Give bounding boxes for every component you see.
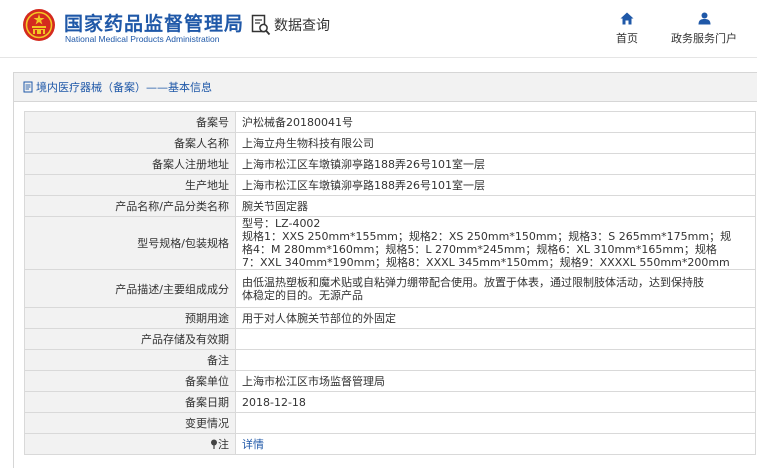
national-emblem-icon <box>23 9 55 41</box>
row-label: 型号规格/包装规格 <box>24 216 236 270</box>
row-value: 用于对人体腕关节部位的外固定 <box>235 307 756 329</box>
home-icon <box>620 12 634 25</box>
description-line: 体稳定的目的。无源产品 <box>242 288 363 302</box>
description-line: 由低温热塑板和魔术贴或自粘弹力绷带配合使用。放置于体表，通过限制肢体活动，达到保… <box>242 275 704 289</box>
table-row: 产品存储及有效期 <box>24 328 756 350</box>
site-header: 国家药品监督管理局 National Medical Products Admi… <box>0 0 757 58</box>
row-label: 产品名称/产品分类名称 <box>24 195 236 217</box>
org-name-cn: 国家药品监督管理局 <box>64 13 245 35</box>
row-label: 备案人名称 <box>24 132 236 154</box>
table-row: 备注 <box>24 349 756 371</box>
nav-service-portal[interactable]: 政务服务门户 <box>662 12 746 46</box>
table-row: 变更情况 <box>24 412 756 434</box>
row-label: 备案单位 <box>24 370 236 392</box>
row-label-note: 注 <box>24 433 236 455</box>
breadcrumb-text: 境内医疗器械（备案）——基本信息 <box>36 81 212 94</box>
table-row: 备案单位 上海市松江区市场监督管理局 <box>24 370 756 392</box>
row-value: 沪松械备20180041号 <box>235 111 756 133</box>
data-query-label: 数据查询 <box>274 18 330 34</box>
breadcrumb: 境内医疗器械（备案）——基本信息 <box>14 73 757 102</box>
row-value <box>235 349 756 371</box>
table-row: 注 详情 <box>24 433 756 455</box>
table-row: 产品描述/主要组成成分 由低温热塑板和魔术贴或自粘弹力绷带配合使用。放置于体表，… <box>24 269 756 308</box>
row-value: 上海立舟生物科技有限公司 <box>235 132 756 154</box>
record-table: 备案号 沪松械备20180041号 备案人名称 上海立舟生物科技有限公司 备案人… <box>24 111 756 455</box>
row-value <box>235 328 756 350</box>
document-icon <box>23 81 33 93</box>
row-value: 详情 <box>235 433 756 455</box>
row-label: 预期用途 <box>24 307 236 329</box>
row-label: 产品描述/主要组成成分 <box>24 269 236 308</box>
row-value <box>235 412 756 434</box>
table-row: 生产地址 上海市松江区车墩镇泖亭路188弄26号101室一层 <box>24 174 756 196</box>
table-row: 备案日期 2018-12-18 <box>24 391 756 413</box>
row-label: 生产地址 <box>24 174 236 196</box>
row-value: 由低温热塑板和魔术贴或自粘弹力绷带配合使用。放置于体表，通过限制肢体活动，达到保… <box>235 269 756 308</box>
row-label: 产品存储及有效期 <box>24 328 236 350</box>
spec-line: 格4：M 280mm*160mm；规格5：L 270mm*245mm；规格6：X… <box>242 243 717 256</box>
row-value: 上海市松江区车墩镇泖亭路188弄26号101室一层 <box>235 153 756 175</box>
row-label: 变更情况 <box>24 412 236 434</box>
row-value: 上海市松江区市场监督管理局 <box>235 370 756 392</box>
table-row: 预期用途 用于对人体腕关节部位的外固定 <box>24 307 756 329</box>
document-search-icon <box>251 14 271 36</box>
user-icon <box>698 12 710 25</box>
row-label: 备案号 <box>24 111 236 133</box>
row-label: 备案人注册地址 <box>24 153 236 175</box>
table-row: 备案号 沪松械备20180041号 <box>24 111 756 133</box>
note-label: 注 <box>218 438 229 451</box>
row-label: 备注 <box>24 349 236 371</box>
row-value: 上海市松江区车墩镇泖亭路188弄26号101室一层 <box>235 174 756 196</box>
model-line: 型号：LZ-4002 <box>242 217 321 230</box>
org-name-en: National Medical Products Administration <box>65 34 220 44</box>
table-row: 备案人注册地址 上海市松江区车墩镇泖亭路188弄26号101室一层 <box>24 153 756 175</box>
detail-panel: 境内医疗器械（备案）——基本信息 备案号 沪松械备20180041号 备案人名称… <box>13 72 757 468</box>
nav-home-label: 首页 <box>616 32 638 45</box>
table-row: 型号规格/包装规格 型号：LZ-4002 规格1：XXS 250mm*155mm… <box>24 216 756 270</box>
row-value: 腕关节固定器 <box>235 195 756 217</box>
details-link[interactable]: 详情 <box>242 438 264 451</box>
data-query-title: 数据查询 <box>251 14 330 36</box>
pin-icon <box>211 439 217 449</box>
row-label: 备案日期 <box>24 391 236 413</box>
spec-line: 7：XXL 340mm*190mm；规格8：XXXL 345mm*150mm；规… <box>242 256 730 269</box>
spec-line: 规格1：XXS 250mm*155mm；规格2：XS 250mm*150mm；规… <box>242 230 732 243</box>
row-value: 2018-12-18 <box>235 391 756 413</box>
row-value: 型号：LZ-4002 规格1：XXS 250mm*155mm；规格2：XS 25… <box>235 216 756 270</box>
table-row: 产品名称/产品分类名称 腕关节固定器 <box>24 195 756 217</box>
nav-home[interactable]: 首页 <box>604 12 650 46</box>
table-row: 备案人名称 上海立舟生物科技有限公司 <box>24 132 756 154</box>
nav-portal-label: 政务服务门户 <box>671 32 737 45</box>
